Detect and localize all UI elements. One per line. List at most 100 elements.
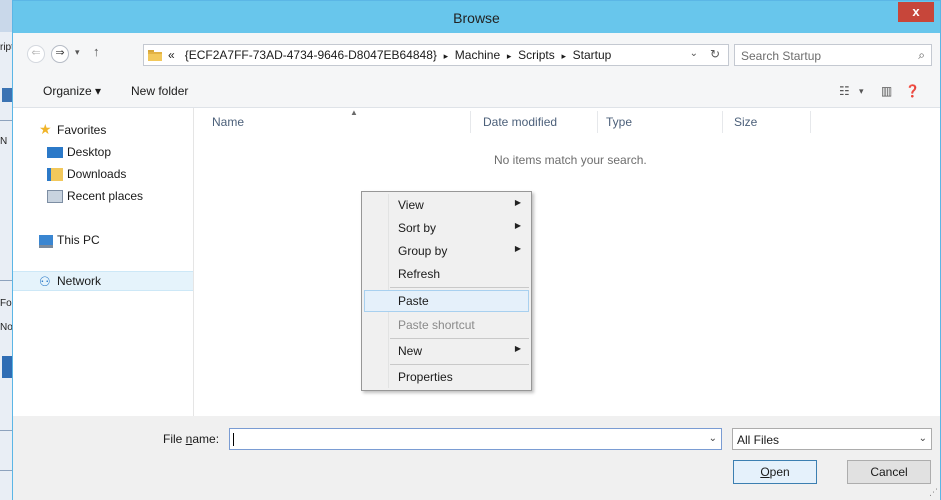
search-placeholder: Search Startup — [741, 49, 822, 63]
menu-item-label: Paste — [398, 294, 429, 308]
view-options-dropdown[interactable]: ▾ — [859, 86, 864, 97]
chevron-down-icon[interactable]: ⌄ — [919, 433, 927, 444]
menu-item-label: Properties — [398, 370, 453, 384]
address-dropdown-icon[interactable]: ⌄ — [690, 48, 698, 59]
menu-item-sort-by[interactable]: Sort by ▶ — [364, 217, 529, 239]
browse-dialog: Browse x ⇐ ⇒ ▾ ↑ « {ECF2A7FF-73AD-4734-9… — [12, 0, 941, 500]
forward-button[interactable]: ⇒ — [51, 45, 69, 63]
file-name-input[interactable]: ⌄ — [229, 428, 722, 450]
sidebar-item-desktop[interactable]: Desktop — [13, 142, 193, 162]
address-bar[interactable]: « {ECF2A7FF-73AD-4734-9646-D8047EB64848}… — [143, 44, 729, 66]
breadcrumb-item-machine[interactable]: Machine — [455, 48, 500, 62]
up-button[interactable]: ↑ — [93, 44, 100, 59]
submenu-arrow-icon: ▶ — [514, 244, 521, 253]
background-divider — [0, 120, 12, 121]
menu-separator — [390, 364, 529, 365]
sidebar-item-downloads[interactable]: Downloads — [13, 164, 193, 184]
breadcrumb-item-startup[interactable]: Startup — [573, 48, 612, 62]
preview-pane-icon[interactable]: ▥ — [881, 84, 892, 98]
close-button[interactable]: x — [898, 2, 934, 22]
network-icon: ⚇ — [39, 274, 51, 289]
empty-message: No items match your search. — [494, 153, 647, 167]
file-type-select[interactable]: All Files ⌄ — [732, 428, 932, 450]
menu-item-new[interactable]: New ▶ — [364, 340, 529, 362]
change-view-icon[interactable]: ☷ — [839, 84, 850, 98]
sidebar-item-label: Recent places — [67, 189, 144, 203]
breadcrumb-item-guid[interactable]: {ECF2A7FF-73AD-4734-9646-D8047EB64848} — [185, 48, 437, 62]
star-icon: ★ — [39, 121, 52, 137]
column-divider[interactable] — [722, 111, 723, 133]
column-divider[interactable] — [810, 111, 811, 133]
menu-item-paste[interactable]: Paste — [364, 290, 529, 312]
new-folder-button[interactable]: New folder — [131, 84, 188, 98]
column-divider[interactable] — [470, 111, 471, 133]
navigation-bar: ⇐ ⇒ ▾ ↑ « {ECF2A7FF-73AD-4734-9646-D8047… — [13, 33, 940, 75]
column-header-type[interactable]: Type — [606, 115, 632, 129]
help-icon[interactable]: ❓ — [905, 84, 920, 98]
recent-places-icon — [47, 190, 63, 203]
text-caret — [233, 433, 234, 446]
sort-ascending-icon: ▲ — [350, 108, 358, 117]
desktop-icon — [47, 147, 63, 158]
breadcrumb-overflow[interactable]: « — [168, 48, 175, 62]
info-icon — [2, 356, 12, 378]
background-text: Not — [0, 322, 12, 333]
submenu-arrow-icon: ▶ — [514, 344, 521, 353]
menu-item-label: Sort by — [398, 221, 437, 235]
background-icon — [2, 88, 12, 102]
menu-separator — [390, 338, 529, 339]
column-header-date-modified[interactable]: Date modified — [483, 115, 557, 129]
menu-item-label: New — [398, 344, 423, 358]
search-icon[interactable]: ⌕ — [918, 48, 925, 63]
sidebar-item-favorites[interactable]: ★ Favorites — [13, 120, 193, 140]
dialog-footer: File name: ⌄ All Files ⌄ Open Cancel ⋰ — [13, 416, 940, 500]
menu-item-group-by[interactable]: Group by ▶ — [364, 240, 529, 262]
menu-item-view[interactable]: View ▶ — [364, 194, 529, 216]
folder-icon — [148, 50, 162, 61]
submenu-arrow-icon: ▶ — [514, 221, 521, 230]
breadcrumb-item-scripts[interactable]: Scripts — [518, 48, 555, 62]
sidebar-item-label: Network — [57, 274, 102, 288]
column-header-name[interactable]: Name — [212, 115, 244, 129]
context-menu: View ▶ Sort by ▶ Group by ▶ Refresh Past… — [361, 191, 532, 391]
background-text: ript — [0, 42, 12, 53]
menu-item-properties[interactable]: Properties — [364, 366, 529, 388]
background-window-titlebar — [0, 0, 12, 32]
computer-icon — [39, 235, 53, 248]
menu-item-refresh[interactable]: Refresh — [364, 263, 529, 285]
organize-button[interactable]: Organize ▾ — [43, 84, 101, 98]
column-divider[interactable] — [597, 111, 598, 133]
sidebar-item-label: This PC — [57, 233, 100, 247]
menu-item-label: Paste shortcut — [398, 318, 475, 332]
background-text: For — [0, 298, 12, 309]
window-title: Browse — [453, 10, 500, 26]
sidebar-item-network[interactable]: ⚇ Network — [13, 271, 193, 291]
chevron-down-icon[interactable]: ⌄ — [709, 433, 717, 444]
resize-grip-icon[interactable]: ⋰ — [929, 487, 938, 498]
open-button[interactable]: Open — [733, 460, 817, 484]
search-box[interactable]: Search Startup ⌕ — [734, 44, 932, 66]
navigation-pane: ★ Favorites Desktop Downloads Recent pla… — [13, 108, 194, 416]
recent-locations-dropdown[interactable]: ▾ — [75, 47, 80, 58]
menu-separator — [390, 287, 529, 288]
file-name-label: File name: — [163, 432, 219, 446]
refresh-icon[interactable]: ↻ — [710, 47, 720, 61]
sidebar-item-label: Desktop — [67, 145, 112, 159]
sidebar-item-this-pc[interactable]: This PC — [13, 230, 193, 250]
breadcrumb: « {ECF2A7FF-73AD-4734-9646-D8047EB64848}… — [168, 48, 611, 62]
menu-item-label: Refresh — [398, 267, 441, 281]
back-button[interactable]: ⇐ — [27, 45, 45, 63]
menu-item-label: Group by — [398, 244, 448, 258]
cancel-button[interactable]: Cancel — [847, 460, 931, 484]
open-label: pen — [769, 465, 790, 479]
background-divider — [0, 280, 12, 281]
file-list[interactable]: ▲ Name Date modified Type Size No items … — [194, 108, 940, 416]
column-header-size[interactable]: Size — [734, 115, 757, 129]
downloads-icon — [47, 168, 63, 181]
title-bar[interactable]: Browse x — [13, 1, 940, 33]
menu-item-paste-shortcut[interactable]: Paste shortcut — [364, 314, 529, 336]
sidebar-item-label: Favorites — [57, 123, 107, 137]
sidebar-item-recent-places[interactable]: Recent places — [13, 186, 193, 206]
submenu-arrow-icon: ▶ — [514, 198, 521, 207]
background-text: N — [0, 136, 8, 147]
